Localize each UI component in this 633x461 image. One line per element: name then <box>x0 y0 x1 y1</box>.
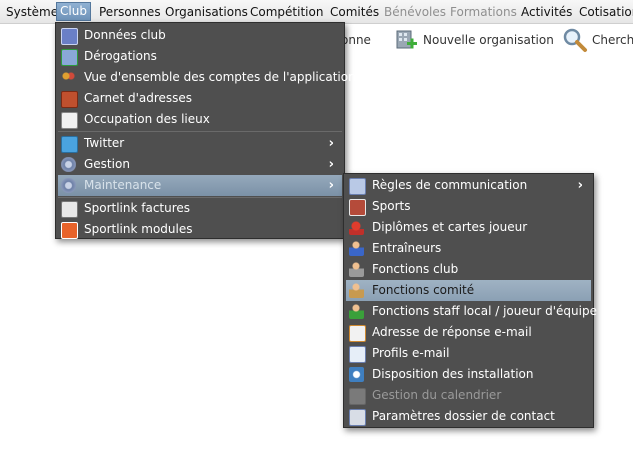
modules-icon <box>61 222 78 239</box>
diploma-icon <box>349 220 364 235</box>
coach-icon <box>349 241 364 256</box>
communication-rules-icon <box>349 178 366 195</box>
menu-item-gestion-calendrier: Gestion du calendrier <box>346 385 591 406</box>
menu-item-fonctions-club[interactable]: Fonctions club <box>346 259 591 280</box>
menu-item-fonctions-staff[interactable]: Fonctions staff local / joueur d'équipe <box>346 301 597 322</box>
menu-item-gestion[interactable]: Gestion › <box>58 154 342 175</box>
menu-item-regles-communication[interactable]: Règles de communication › <box>346 175 591 196</box>
menu-item-parametres-contact[interactable]: Paramètres dossier de contact <box>346 406 591 427</box>
menu-item-derogations[interactable]: Dérogations <box>58 46 342 67</box>
menu-item-adresse-reponse[interactable]: Adresse de réponse e-mail <box>346 322 591 343</box>
derogations-icon <box>61 49 78 66</box>
menu-formations: Formations <box>450 5 517 19</box>
sports-icon <box>349 199 366 216</box>
twitter-icon <box>61 136 78 153</box>
club-menu: Données club Dérogations Vue d'ensemble … <box>55 22 356 240</box>
submenu-arrow-icon: › <box>577 178 583 193</box>
menu-item-sports[interactable]: Sports <box>346 196 591 217</box>
menu-systeme[interactable]: Système <box>3 3 61 21</box>
club-data-icon <box>61 28 78 45</box>
menu-personnes[interactable]: Personnes <box>96 3 164 21</box>
submenu-arrow-icon: › <box>328 178 334 193</box>
menu-item-sportlink-modules[interactable]: Sportlink modules <box>58 219 342 240</box>
club-function-icon <box>349 262 364 277</box>
new-organisation-button[interactable]: Nouvelle organisation <box>423 28 554 52</box>
menu-cotisation[interactable]: Cotisation <box>576 3 633 21</box>
menubar: Système Club Personnes Organisations Com… <box>0 0 633 24</box>
gear-icon <box>61 178 76 193</box>
menu-item-carnet-adresses[interactable]: Carnet d'adresses <box>58 88 342 109</box>
committee-function-icon <box>349 283 364 298</box>
email-profile-icon <box>349 346 366 363</box>
menu-item-fonctions-comite[interactable]: Fonctions comité <box>346 280 591 301</box>
menu-item-entraineurs[interactable]: Entraîneurs <box>346 238 591 259</box>
maintenance-submenu: Règles de communication › Sports Diplôme… <box>343 173 597 428</box>
toolbar-partial-button[interactable]: onne <box>341 28 371 52</box>
menu-club[interactable]: Club <box>56 2 91 21</box>
address-book-icon <box>61 91 78 108</box>
menu-item-occupation-lieux[interactable]: Occupation des lieux <box>58 109 342 130</box>
menu-item-disposition[interactable]: Disposition des installation <box>346 364 591 385</box>
menu-item-diplomes[interactable]: Diplômes et cartes joueur <box>346 217 591 238</box>
accounts-overview-icon <box>61 70 76 85</box>
menu-competition[interactable]: Compétition <box>247 3 326 21</box>
search-icon[interactable] <box>562 27 588 53</box>
menu-benevoles: Bénévoles <box>384 5 447 19</box>
menu-item-twitter[interactable]: Twitter › <box>58 133 342 154</box>
menu-item-sportlink-factures[interactable]: Sportlink factures <box>58 198 342 219</box>
menu-activites[interactable]: Activités <box>518 3 575 21</box>
menu-item-vue-ensemble-comptes[interactable]: Vue d'ensemble des comptes de l'applicat… <box>58 67 356 88</box>
submenu-arrow-icon: › <box>328 157 334 172</box>
menu-separator <box>58 131 342 132</box>
menu-comites[interactable]: Comités <box>327 3 382 21</box>
calendar-icon <box>349 388 366 405</box>
menu-item-profils-email[interactable]: Profils e-mail <box>346 343 591 364</box>
reply-email-icon <box>349 325 366 342</box>
menu-item-maintenance[interactable]: Maintenance › <box>58 175 342 196</box>
gear-icon <box>61 157 76 172</box>
search-button[interactable]: Cherch <box>592 28 633 52</box>
invoice-icon <box>61 201 78 218</box>
installation-layout-icon <box>349 367 364 382</box>
contact-settings-icon <box>349 409 366 426</box>
new-organisation-icon[interactable] <box>394 28 418 52</box>
menu-item-donnees-club[interactable]: Données club <box>58 25 342 46</box>
staff-function-icon <box>349 304 364 319</box>
menu-organisations[interactable]: Organisations <box>162 3 251 21</box>
venue-occupation-icon <box>61 112 78 129</box>
submenu-arrow-icon: › <box>328 136 334 151</box>
